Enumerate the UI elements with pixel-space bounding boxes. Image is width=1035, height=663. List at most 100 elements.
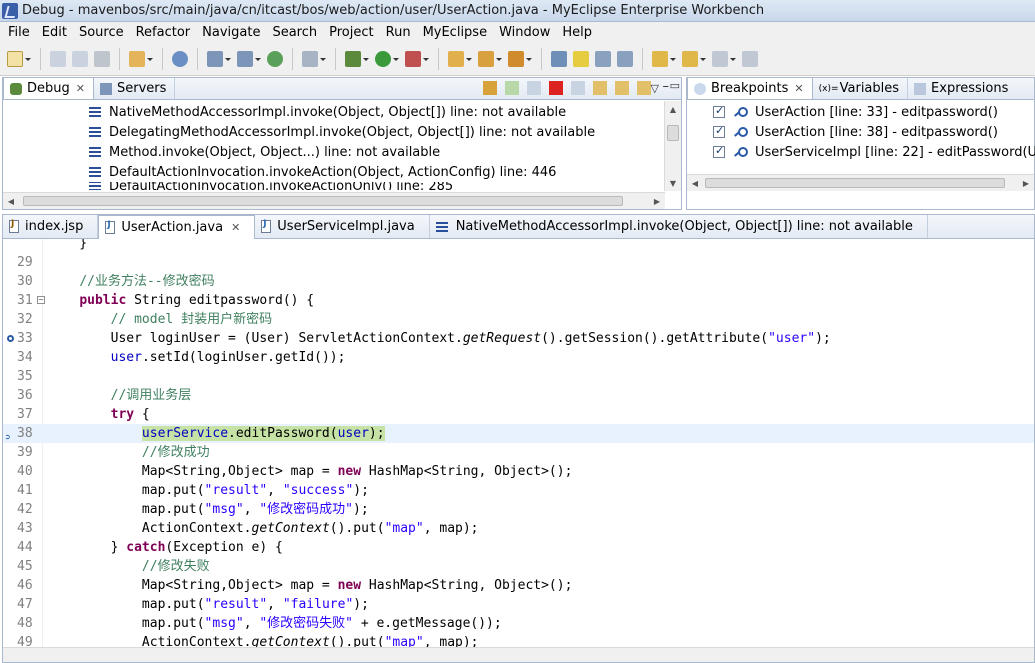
code-line[interactable]: 30 //业务方法--修改密码 bbox=[3, 272, 1034, 291]
editor-tab-nativemethodaccessorimpl[interactable]: NativeMethodAccessorImpl.invoke(Object, … bbox=[430, 215, 928, 238]
editor-horizontal-scrollbar[interactable] bbox=[3, 647, 1034, 662]
stack-frame[interactable]: NativeMethodAccessorImpl.invoke(Object, … bbox=[89, 102, 566, 122]
code-line[interactable]: } bbox=[3, 239, 1034, 253]
step-return-icon[interactable] bbox=[637, 81, 651, 95]
code-line[interactable]: 33 User loginUser = (User) ServletAction… bbox=[3, 329, 1034, 348]
remove-terminated-icon[interactable] bbox=[483, 81, 497, 95]
menu-run[interactable]: Run bbox=[380, 25, 417, 40]
code-line[interactable]: 45 //修改失败 bbox=[3, 557, 1034, 576]
search-button[interactable] bbox=[477, 50, 503, 68]
new-wizard-button[interactable] bbox=[6, 50, 32, 68]
tab-variables[interactable]: (x)= Variables bbox=[813, 78, 909, 99]
close-icon[interactable]: ✕ bbox=[76, 82, 85, 95]
show-whitespace-button[interactable] bbox=[616, 50, 634, 68]
maximize-icon[interactable]: ▭ bbox=[670, 79, 680, 92]
scroll-down-icon[interactable]: ▼ bbox=[665, 175, 681, 191]
close-icon[interactable]: ✕ bbox=[794, 82, 803, 95]
menu-source[interactable]: Source bbox=[73, 25, 130, 40]
code-line[interactable]: 36 //调用业务层 bbox=[3, 386, 1034, 405]
debug-vertical-scrollbar[interactable]: ▲ ▼ bbox=[664, 101, 681, 191]
scroll-thumb[interactable] bbox=[23, 196, 623, 206]
code-line[interactable]: 41 map.put("result", "success"); bbox=[3, 481, 1034, 500]
server-button[interactable] bbox=[236, 50, 262, 68]
code-line[interactable]: 32 // model 封装用户新密码 bbox=[3, 310, 1034, 329]
web-browser-button[interactable] bbox=[171, 50, 189, 68]
tab-breakpoints[interactable]: Breakpoints ✕ bbox=[687, 77, 813, 99]
breakpoint-enabled-checkbox[interactable] bbox=[713, 124, 725, 138]
previous-annotation-button[interactable] bbox=[681, 50, 707, 68]
block-selection-button[interactable] bbox=[594, 50, 612, 68]
scroll-left-icon[interactable]: ◀ bbox=[3, 193, 19, 209]
code-editor[interactable]: } 29 30 //业务方法--修改密码 31− public String edit… bbox=[3, 239, 1034, 662]
window-button[interactable] bbox=[301, 50, 327, 68]
breakpoint-enabled-checkbox[interactable] bbox=[713, 144, 725, 158]
code-line[interactable]: 44 } catch(Exception e) { bbox=[3, 538, 1034, 557]
code-line[interactable]: 34 user.setId(loginUser.getId()); bbox=[3, 348, 1034, 367]
deploy-button[interactable] bbox=[206, 50, 232, 68]
debug-horizontal-scrollbar[interactable]: ◀ ▶ bbox=[3, 192, 665, 209]
mark-occurrences-button[interactable] bbox=[572, 50, 590, 68]
toggle-breadcrumb-button[interactable] bbox=[550, 50, 568, 68]
breakpoint-marker-icon[interactable] bbox=[7, 335, 14, 342]
menu-edit[interactable]: Edit bbox=[36, 25, 73, 40]
scroll-left-icon[interactable]: ◀ bbox=[687, 175, 703, 191]
editor-tab-index-jsp[interactable]: index.jsp bbox=[3, 215, 99, 238]
view-menu-icon[interactable]: ▽ bbox=[651, 82, 659, 95]
stack-frame[interactable]: Method.invoke(Object, Object...) line: n… bbox=[89, 142, 440, 162]
code-line[interactable]: 35 bbox=[3, 367, 1034, 386]
external-tools-button[interactable] bbox=[404, 50, 430, 68]
code-line[interactable]: 40 Map<String,Object> map = new HashMap<… bbox=[3, 462, 1034, 481]
tab-servers[interactable]: Servers bbox=[94, 78, 176, 99]
menu-search[interactable]: Search bbox=[266, 25, 323, 40]
code-line[interactable]: 46 Map<String,Object> map = new HashMap<… bbox=[3, 576, 1034, 595]
step-over-icon[interactable] bbox=[615, 81, 629, 95]
open-type-button[interactable] bbox=[447, 50, 473, 68]
suspend-icon[interactable] bbox=[527, 81, 541, 95]
fold-toggle-icon[interactable]: − bbox=[37, 296, 45, 304]
print-button[interactable] bbox=[93, 50, 111, 68]
menu-window[interactable]: Window bbox=[493, 25, 556, 40]
minimize-icon[interactable]: – bbox=[663, 79, 670, 94]
breakpoint-enabled-checkbox[interactable] bbox=[713, 104, 725, 118]
menu-project[interactable]: Project bbox=[323, 25, 379, 40]
code-line[interactable]: 48 map.put("msg", "修改密码失败" + e.getMessag… bbox=[3, 614, 1034, 633]
disconnect-icon[interactable] bbox=[571, 81, 585, 95]
new-project-button[interactable] bbox=[128, 50, 154, 68]
menu-help[interactable]: Help bbox=[556, 25, 598, 40]
code-line[interactable]: 38 ➲ userService.editPassword(user); bbox=[3, 424, 1034, 443]
code-line[interactable]: 42 map.put("msg", "修改密码成功"); bbox=[3, 500, 1034, 519]
breakpoints-horizontal-scrollbar[interactable]: ◀ ▶ bbox=[687, 174, 1034, 191]
code-line[interactable]: 39 //修改成功 bbox=[3, 443, 1034, 462]
menu-file[interactable]: File bbox=[2, 25, 36, 40]
code-line[interactable]: 43 ActionContext.getContext().put("map",… bbox=[3, 519, 1034, 538]
stack-frame[interactable]: DefaultActionInvocation.invokeActionOnly… bbox=[89, 182, 453, 190]
breakpoint-item[interactable]: UserServiceImpl [line: 22] - editPasswor… bbox=[713, 142, 1035, 162]
code-line[interactable]: 31− public String editpassword() { bbox=[3, 291, 1034, 310]
scroll-right-icon[interactable]: ▶ bbox=[1018, 175, 1034, 191]
back-button[interactable] bbox=[711, 50, 737, 68]
menu-navigate[interactable]: Navigate bbox=[196, 25, 266, 40]
editor-tab-useraction-java[interactable]: UserAction.java ✕ bbox=[98, 215, 256, 239]
tab-debug[interactable]: Debug ✕ bbox=[3, 77, 94, 99]
close-icon[interactable]: ✕ bbox=[231, 221, 240, 234]
stack-frame[interactable]: DefaultActionInvocation.invokeAction(Obj… bbox=[89, 162, 556, 182]
stack-frame[interactable]: DelegatingMethodAccessorImpl.invoke(Obje… bbox=[89, 122, 595, 142]
scroll-right-icon[interactable]: ▶ bbox=[649, 193, 665, 209]
code-line[interactable]: 37 try { bbox=[3, 405, 1034, 424]
breakpoint-item[interactable]: UserAction [line: 33] - editpassword() bbox=[713, 102, 998, 122]
open-task-button[interactable] bbox=[507, 50, 533, 68]
breakpoint-item[interactable]: UserAction [line: 38] - editpassword() bbox=[713, 122, 998, 142]
editor-tab-userserviceimpl-java[interactable]: UserServiceImpl.java bbox=[255, 215, 430, 238]
save-button[interactable] bbox=[49, 50, 67, 68]
tab-expressions[interactable]: Expressions bbox=[908, 78, 1016, 99]
scroll-thumb[interactable] bbox=[705, 178, 1005, 188]
terminate-icon[interactable] bbox=[549, 81, 563, 95]
debug-run-button[interactable] bbox=[344, 50, 370, 68]
forward-button[interactable] bbox=[741, 50, 759, 68]
resume-icon[interactable] bbox=[505, 81, 519, 95]
code-line[interactable]: 29 bbox=[3, 253, 1034, 272]
scroll-up-icon[interactable]: ▲ bbox=[665, 101, 681, 117]
next-annotation-button[interactable] bbox=[651, 50, 677, 68]
menu-refactor[interactable]: Refactor bbox=[130, 25, 197, 40]
step-into-icon[interactable] bbox=[593, 81, 607, 95]
